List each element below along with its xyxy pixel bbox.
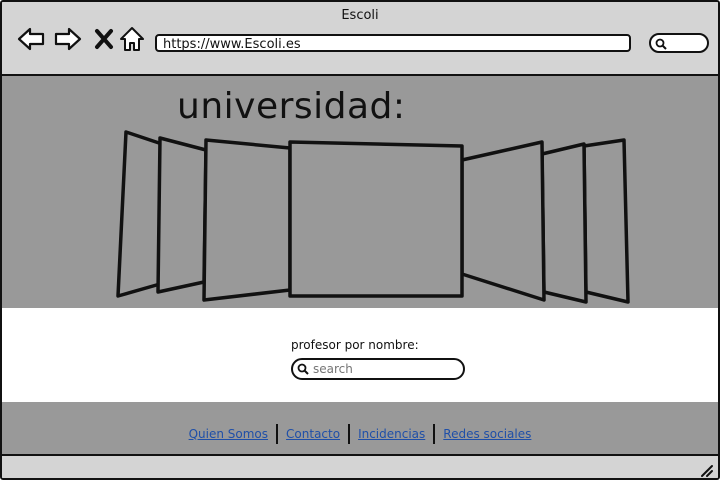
carousel-slide-center (288, 140, 464, 298)
window-title: Escoli (341, 8, 379, 23)
back-arrow-icon[interactable] (16, 24, 46, 54)
hero-section: universidad: (2, 76, 718, 308)
search-label: profesor por nombre: (291, 338, 419, 352)
carousel-slide-right-2 (540, 142, 588, 304)
footer-link-incidencias[interactable]: Incidencias (350, 427, 433, 441)
browser-titlebar: Escoli https://www.Escoli.es (2, 2, 718, 76)
footer: Quien Somos Contacto Incidencias Redes soci… (2, 402, 718, 454)
browser-window: Escoli https://www.Escoli.es universidad… (0, 0, 720, 480)
footer-link-redes-sociales[interactable]: Redes sociales (435, 427, 539, 441)
home-icon[interactable] (117, 24, 147, 54)
carousel-slide-left-3 (116, 130, 164, 298)
carousel-slide-left-1 (202, 138, 292, 302)
carousel-slide-right-3 (582, 138, 630, 304)
carousel-slide-right-1 (460, 140, 546, 302)
browser-search-box[interactable] (649, 33, 709, 53)
footer-link-quien-somos[interactable]: Quien Somos (181, 427, 276, 441)
search-icon (297, 363, 309, 375)
forward-arrow-icon[interactable] (53, 24, 83, 54)
teacher-search-section: profesor por nombre: (2, 308, 718, 402)
carousel-slide-left-2 (156, 136, 208, 294)
image-carousel[interactable] (112, 124, 632, 304)
resize-grip-icon[interactable] (698, 462, 714, 478)
footer-links: Quien Somos Contacto Incidencias Redes soci… (2, 424, 718, 444)
page-title: universidad: (177, 86, 406, 127)
status-bar (2, 454, 718, 478)
close-icon[interactable] (90, 24, 120, 54)
address-bar[interactable]: https://www.Escoli.es (155, 34, 631, 52)
search-icon (655, 38, 667, 50)
teacher-search-field[interactable] (291, 358, 465, 380)
teacher-search-input[interactable] (313, 361, 453, 377)
footer-link-contacto[interactable]: Contacto (278, 427, 348, 441)
